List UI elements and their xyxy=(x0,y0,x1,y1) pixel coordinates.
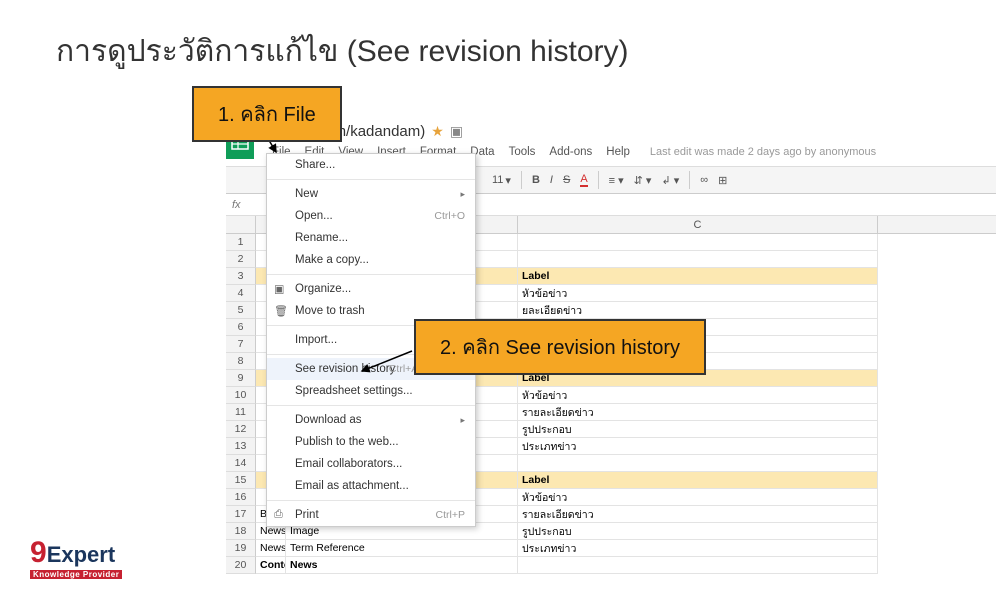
folder-icon: ▣ xyxy=(274,283,284,296)
link-button[interactable]: ∞ xyxy=(700,174,708,186)
fx-label: fx xyxy=(232,199,252,211)
row-number[interactable]: 20 xyxy=(226,557,256,574)
strike-button[interactable]: S xyxy=(563,174,570,186)
row-number[interactable]: 4 xyxy=(226,285,256,302)
table-row[interactable]: 20Content TypeNews xyxy=(226,557,996,574)
last-edit-text: Last edit was made 2 days ago by anonymo… xyxy=(644,144,882,160)
menu-help[interactable]: Help xyxy=(600,144,636,160)
brand-logo: 9Expert Knowledge Provider xyxy=(30,536,122,579)
row-number[interactable]: 2 xyxy=(226,251,256,268)
row-number[interactable]: 3 xyxy=(226,268,256,285)
comment-button[interactable]: ⊞ xyxy=(718,174,727,187)
table-row[interactable]: 19NewsTypeTerm Referenceประเภทข่าว xyxy=(226,540,996,557)
row-number[interactable]: 6 xyxy=(226,319,256,336)
bold-button[interactable]: B xyxy=(532,174,540,186)
italic-button[interactable]: I xyxy=(550,174,553,186)
row-number[interactable]: 8 xyxy=(226,353,256,370)
folder-icon[interactable]: ▣ xyxy=(450,123,463,140)
row-number[interactable]: 7 xyxy=(226,336,256,353)
align-button[interactable]: ≡ ▾ xyxy=(609,174,624,187)
menu-organize[interactable]: ▣Organize... xyxy=(267,278,475,300)
row-number[interactable]: 13 xyxy=(226,438,256,455)
menu-open[interactable]: Open...Ctrl+O xyxy=(267,205,475,227)
trash-icon: 🗑 xyxy=(274,305,288,318)
font-size-selector[interactable]: 11 ▾ xyxy=(492,174,511,187)
row-number[interactable]: 14 xyxy=(226,455,256,472)
row-number[interactable]: 15 xyxy=(226,472,256,489)
row-number[interactable]: 12 xyxy=(226,421,256,438)
chevron-right-icon: ▸ xyxy=(460,189,465,200)
menu-makecopy[interactable]: Make a copy... xyxy=(267,249,475,271)
row-number[interactable]: 5 xyxy=(226,302,256,319)
menu-email-collab[interactable]: Email collaborators... xyxy=(267,453,475,475)
valign-button[interactable]: ⇵ ▾ xyxy=(634,174,652,187)
row-number[interactable]: 10 xyxy=(226,387,256,404)
menu-addons[interactable]: Add-ons xyxy=(543,144,598,160)
page-title: การดูประวัติการแก้ไข (See revision histo… xyxy=(0,0,1000,75)
menu-spreadsheet-settings[interactable]: Spreadsheet settings... xyxy=(267,380,475,402)
menu-download[interactable]: Download as▸ xyxy=(267,409,475,431)
row-number[interactable]: 18 xyxy=(226,523,256,540)
col-header-c[interactable]: C xyxy=(518,216,878,233)
row-number[interactable]: 17 xyxy=(226,506,256,523)
text-color-button[interactable]: A xyxy=(580,173,587,187)
row-number[interactable]: 19 xyxy=(226,540,256,557)
row-number[interactable]: 9 xyxy=(226,370,256,387)
callout-click-file: 1. คลิก File xyxy=(192,86,342,142)
menu-share[interactable]: Share... xyxy=(267,154,475,176)
menu-tools[interactable]: Tools xyxy=(503,144,542,160)
menu-new[interactable]: New▸ xyxy=(267,183,475,205)
menu-publish[interactable]: Publish to the web... xyxy=(267,431,475,453)
row-number[interactable]: 11 xyxy=(226,404,256,421)
row-number[interactable]: 1 xyxy=(226,234,256,251)
wrap-button[interactable]: ↲ ▾ xyxy=(661,174,679,187)
menu-email-attach[interactable]: Email as attachment... xyxy=(267,475,475,497)
callout-click-revision: 2. คลิก See revision history xyxy=(414,319,706,375)
menu-rename[interactable]: Rename... xyxy=(267,227,475,249)
row-number[interactable]: 16 xyxy=(226,489,256,506)
chevron-right-icon: ▸ xyxy=(460,415,465,426)
menu-print[interactable]: ⎙PrintCtrl+P xyxy=(267,504,475,526)
star-icon[interactable]: ★ xyxy=(431,123,444,140)
print-icon: ⎙ xyxy=(274,509,283,522)
